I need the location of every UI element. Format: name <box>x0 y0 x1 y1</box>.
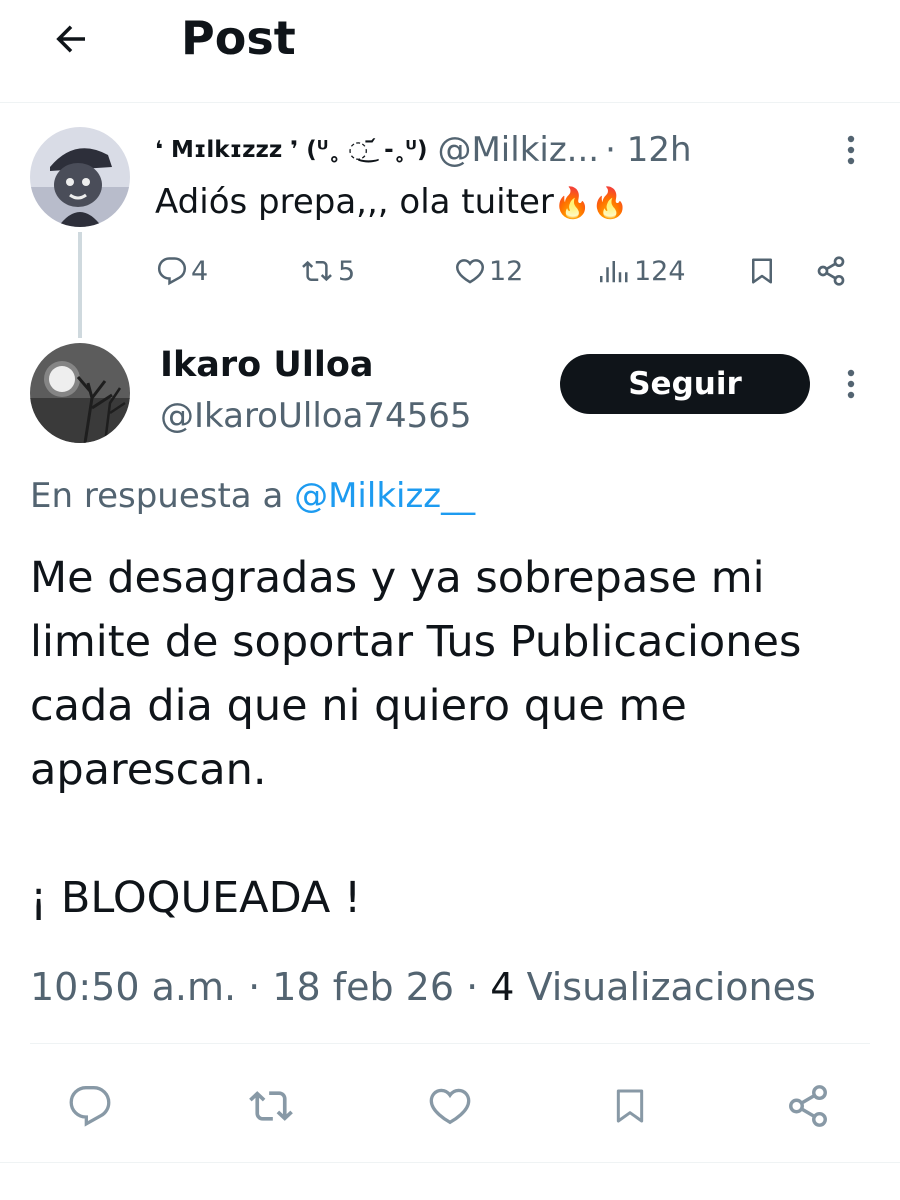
parent-views-button[interactable]: 124 <box>600 250 686 292</box>
tweet-line: cada dia que ni quiero que me <box>30 681 687 731</box>
share-icon <box>817 256 845 286</box>
views-label[interactable]: Visualizaciones <box>527 965 816 1009</box>
divider <box>30 1043 870 1044</box>
tweet-line: limite de soportar Tus Publicaciones <box>30 617 802 667</box>
parent-tweet-header: ❛ Mɪlkɪzzz ❜ (ᵁ˳ ◌͜ ᷄ -˳ᵁ) @Milkiz... · … <box>155 128 692 172</box>
views-count-main: 4 <box>490 965 515 1009</box>
parent-share-button[interactable] <box>815 250 847 292</box>
reply-button[interactable] <box>62 1080 118 1132</box>
views-icon <box>600 261 628 283</box>
parent-display-name[interactable]: ❛ Mɪlkɪzzz ❜ (ᵁ˳ ◌͜ ᷄ -˳ᵁ) <box>155 137 427 163</box>
repost-icon <box>302 260 332 282</box>
reply-prefix: En respuesta a <box>30 476 284 516</box>
repost-button[interactable] <box>243 1080 299 1132</box>
heart-icon <box>429 1088 471 1125</box>
bookmark-icon <box>616 1089 644 1123</box>
reply-count: 4 <box>191 255 209 287</box>
parent-repost-button[interactable]: 5 <box>300 250 355 292</box>
reply-icon <box>157 257 187 286</box>
more-vertical-icon <box>847 135 855 165</box>
parent-text-content: Adiós prepa,,, ola tuiter <box>155 182 554 222</box>
reply-to-link[interactable]: @Milkizz__ <box>294 476 475 516</box>
fire-emoji: 🔥🔥 <box>553 186 629 221</box>
back-button[interactable] <box>44 12 98 66</box>
repost-icon <box>249 1091 293 1121</box>
tweet-text: Me desagradas y ya sobrepase mi limite d… <box>30 546 870 930</box>
divider <box>0 1162 900 1163</box>
author-name[interactable]: Ikaro Ulloa <box>160 340 374 390</box>
tweet-action-bar <box>0 1076 900 1136</box>
page-title: Post <box>181 11 296 65</box>
parent-timestamp[interactable]: · 12h <box>605 130 691 170</box>
views-count: 124 <box>634 255 686 287</box>
like-count: 12 <box>489 255 524 287</box>
tweet-line: aparescan. <box>30 745 267 795</box>
reply-icon <box>69 1086 111 1127</box>
thread-connector <box>78 232 82 338</box>
share-icon <box>789 1085 827 1127</box>
tweet-more-button[interactable] <box>836 362 866 406</box>
share-button[interactable] <box>780 1080 836 1132</box>
bookmark-button[interactable] <box>602 1080 658 1132</box>
parent-action-bar: 4 5 12 124 <box>155 250 865 292</box>
repost-count: 5 <box>338 255 356 287</box>
parent-handle[interactable]: @Milkiz... <box>437 130 599 170</box>
author-avatar[interactable] <box>30 343 130 443</box>
reply-context: En respuesta a @Milkizz__ <box>30 472 475 520</box>
parent-tweet-text: Adiós prepa,,, ola tuiter🔥🔥 <box>155 178 629 228</box>
parent-reply-button[interactable]: 4 <box>157 250 208 292</box>
parent-bookmark-button[interactable] <box>747 250 777 292</box>
bookmark-icon <box>752 258 772 284</box>
author-handle[interactable]: @IkaroUlloa74565 <box>160 393 472 439</box>
like-button[interactable] <box>422 1080 478 1132</box>
tweet-timestamp[interactable]: 10:50 a.m. · 18 feb 26 · <box>30 965 490 1009</box>
avatar[interactable] <box>30 127 130 227</box>
more-vertical-icon <box>847 369 855 399</box>
follow-button[interactable]: Seguir <box>560 354 810 414</box>
parent-more-button[interactable] <box>836 130 866 170</box>
tweet-line: ¡ BLOQUEADA ! <box>30 873 362 923</box>
tweet-meta: 10:50 a.m. · 18 feb 26 · 4 Visualizacion… <box>30 960 816 1014</box>
heart-icon <box>455 259 485 284</box>
tweet-line: Me desagradas y ya sobrepase mi <box>30 553 765 603</box>
parent-like-button[interactable]: 12 <box>455 250 523 292</box>
top-bar: Post <box>0 0 900 103</box>
arrow-left-icon <box>56 25 85 53</box>
